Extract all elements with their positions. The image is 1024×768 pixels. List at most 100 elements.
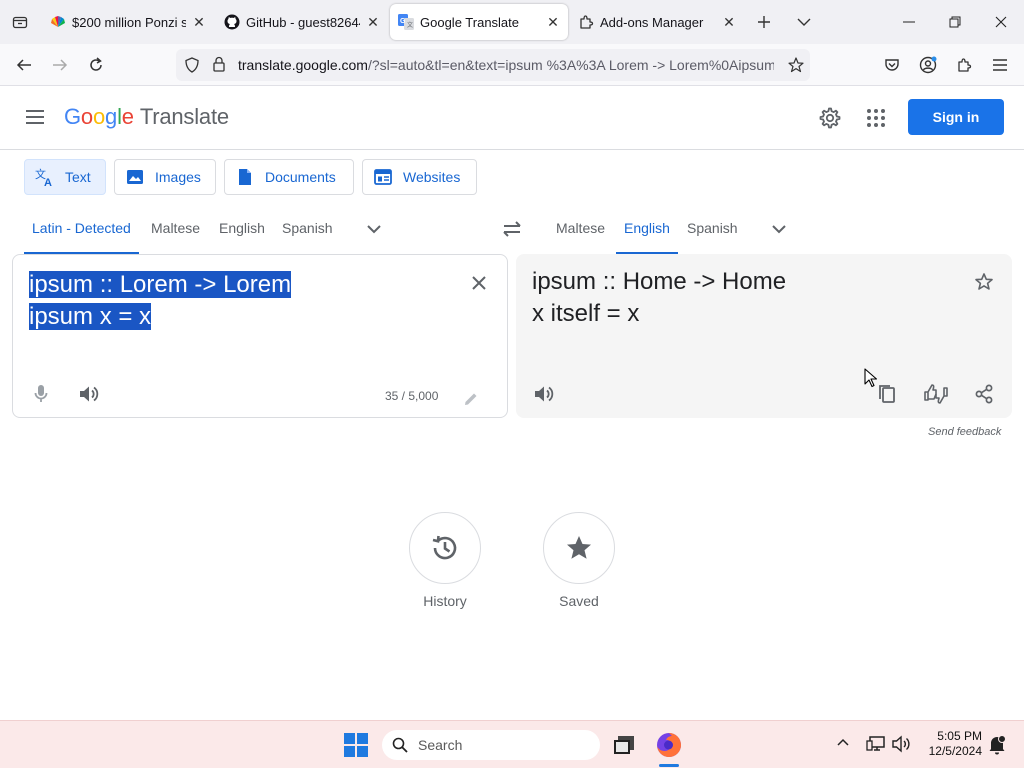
- firefox-taskbar-icon[interactable]: [655, 731, 683, 759]
- history-button[interactable]: [409, 512, 481, 584]
- mode-websites-button[interactable]: Websites: [362, 159, 477, 195]
- show-hidden-icons-chevron-icon[interactable]: [836, 737, 850, 747]
- browser-tab-github[interactable]: GitHub - guest82644/s ✕: [216, 4, 388, 40]
- restore-window-icon[interactable]: [932, 0, 978, 44]
- tracking-protection-icon[interactable]: [184, 57, 200, 73]
- rate-translation-icon[interactable]: [920, 378, 952, 410]
- tab-title: GitHub - guest82644/s: [246, 14, 360, 30]
- minimize-window-icon[interactable]: [886, 0, 932, 44]
- clock-time: 5:05 PM: [937, 729, 982, 743]
- browser-navigation-bar: translate.google.com/?sl=auto&tl=en&text…: [0, 44, 1024, 86]
- source-lang-detected[interactable]: Latin - Detected: [24, 220, 139, 254]
- translation-output-panel: ipsum :: Home -> Home x itself = x: [516, 254, 1012, 418]
- task-view-icon[interactable]: [612, 733, 636, 757]
- source-lang-more-chevron-icon[interactable]: [364, 222, 384, 236]
- close-tab-icon[interactable]: ✕: [722, 14, 736, 30]
- history-icon: [430, 533, 460, 563]
- microphone-icon[interactable]: [25, 378, 57, 410]
- google-translate-icon: G文: [398, 14, 414, 30]
- back-icon[interactable]: [9, 50, 39, 80]
- notification-bell-icon[interactable]: [988, 735, 1006, 755]
- source-text-panel: ipsum :: Lorem -> Lorem ipsum x = x 35 /…: [12, 254, 508, 418]
- windows-start-icon[interactable]: [344, 733, 368, 757]
- target-lang-english[interactable]: English: [616, 220, 678, 254]
- main-menu-icon[interactable]: [24, 106, 46, 128]
- character-counter: 35 / 5,000: [385, 389, 439, 403]
- mode-label: Images: [155, 169, 201, 185]
- saved-label[interactable]: Saved: [529, 593, 629, 609]
- listen-translation-speaker-icon[interactable]: [528, 378, 560, 410]
- google-translate-logo[interactable]: Google Translate: [64, 104, 229, 130]
- google-apps-icon[interactable]: [866, 108, 886, 128]
- pocket-icon[interactable]: [877, 50, 907, 80]
- source-lang-maltese[interactable]: Maltese: [151, 220, 200, 254]
- translate-header: Google Translate Sign in: [0, 86, 1024, 150]
- tab-title: Google Translate: [420, 14, 520, 30]
- swap-languages-icon[interactable]: [500, 219, 524, 239]
- volume-icon[interactable]: [892, 735, 912, 753]
- source-line-2: ipsum x = x: [29, 303, 152, 330]
- image-icon: [125, 167, 145, 187]
- translate-icon: 文A: [35, 167, 55, 187]
- close-window-icon[interactable]: [978, 0, 1024, 44]
- settings-gear-icon[interactable]: [818, 106, 842, 130]
- mode-label: Text: [65, 169, 91, 185]
- source-lang-spanish[interactable]: Spanish: [282, 220, 333, 254]
- browser-tab-google-translate[interactable]: G文 Google Translate ✕: [390, 4, 568, 40]
- search-icon: [392, 737, 408, 753]
- mode-label: Websites: [403, 169, 461, 185]
- tab-title: Add-ons Manager: [600, 14, 704, 30]
- taskbar-search-box[interactable]: Search: [382, 730, 600, 760]
- browser-tab-ponzi[interactable]: $200 million Ponzi sche ✕: [42, 4, 214, 40]
- github-icon: [224, 14, 240, 30]
- windows-taskbar: Search 5:05 PM 12/5/2024: [0, 720, 1024, 768]
- mode-documents-button[interactable]: Documents: [224, 159, 354, 195]
- mode-label: Documents: [265, 169, 336, 185]
- svg-text:A: A: [44, 177, 52, 187]
- list-all-tabs-icon[interactable]: [784, 0, 824, 44]
- tab-list-icon[interactable]: [0, 0, 40, 44]
- extensions-icon[interactable]: [949, 50, 979, 80]
- address-bar[interactable]: translate.google.com/?sl=auto&tl=en&text…: [176, 49, 810, 81]
- target-lang-spanish[interactable]: Spanish: [687, 220, 738, 254]
- lock-icon[interactable]: [212, 56, 226, 72]
- app-menu-icon[interactable]: [985, 50, 1015, 80]
- target-lang-maltese[interactable]: Maltese: [556, 220, 605, 254]
- svg-text:文: 文: [407, 21, 413, 29]
- edit-pencil-icon[interactable]: [455, 383, 487, 415]
- reload-icon[interactable]: [81, 50, 111, 80]
- browser-tab-strip: $200 million Ponzi sche ✕ GitHub - guest…: [0, 0, 1024, 44]
- source-text-input[interactable]: ipsum :: Lorem -> Lorem ipsum x = x: [29, 269, 292, 333]
- send-feedback-link[interactable]: Send feedback: [928, 426, 1001, 438]
- forward-icon[interactable]: [45, 50, 75, 80]
- close-tab-icon[interactable]: ✕: [366, 14, 380, 30]
- listen-source-speaker-icon[interactable]: [73, 378, 105, 410]
- network-icon[interactable]: [866, 735, 886, 753]
- puzzle-icon: [578, 14, 594, 30]
- taskbar-clock[interactable]: 5:05 PM 12/5/2024: [924, 729, 982, 759]
- browser-tab-addons[interactable]: Add-ons Manager ✕: [570, 4, 744, 40]
- save-translation-star-icon[interactable]: [968, 266, 1000, 298]
- close-tab-icon[interactable]: ✕: [192, 14, 206, 30]
- search-placeholder: Search: [418, 737, 463, 753]
- logo-translate-text: Translate: [139, 104, 229, 129]
- source-lang-english[interactable]: English: [219, 220, 265, 254]
- account-icon[interactable]: [913, 50, 943, 80]
- tab-title: $200 million Ponzi sche: [72, 14, 186, 30]
- new-tab-icon[interactable]: [744, 0, 784, 44]
- clear-source-icon[interactable]: [463, 267, 495, 299]
- active-app-indicator: [659, 764, 679, 767]
- share-translation-icon[interactable]: [968, 378, 1000, 410]
- saved-button[interactable]: [543, 512, 615, 584]
- target-lang-more-chevron-icon[interactable]: [769, 222, 789, 236]
- mode-text-button[interactable]: 文A Text: [24, 159, 106, 195]
- mode-images-button[interactable]: Images: [114, 159, 216, 195]
- sign-in-button[interactable]: Sign in: [908, 99, 1004, 135]
- document-icon: [235, 167, 255, 187]
- nbc-peacock-icon: [50, 14, 66, 30]
- url-text[interactable]: translate.google.com/?sl=auto&tl=en&text…: [238, 57, 774, 73]
- mouse-pointer-icon: [864, 368, 878, 388]
- history-label[interactable]: History: [395, 593, 495, 609]
- bookmark-star-icon[interactable]: [788, 57, 804, 73]
- close-tab-icon[interactable]: ✕: [546, 14, 560, 30]
